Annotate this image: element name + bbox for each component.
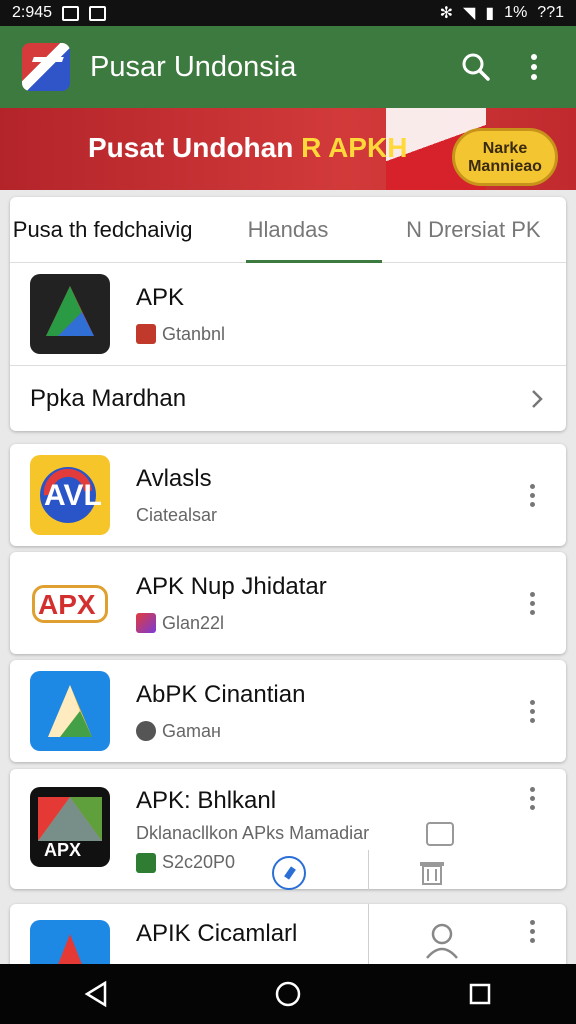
app-card[interactable]: AVL Avlasls Ciatealsar [10, 444, 566, 546]
gallery-icon [62, 5, 80, 21]
publisher-icon [136, 721, 156, 741]
bluetooth-icon: ✻ [439, 5, 454, 22]
recents-icon [469, 983, 491, 1005]
badge-line-1: Narke [482, 140, 528, 157]
featured-app-publisher: Gtanbnl [162, 323, 226, 344]
app-more-button[interactable] [520, 591, 544, 615]
app-bar: Pusar Undonsia [0, 26, 576, 108]
status-time: 2:945 [12, 4, 53, 21]
app-icon-apx: APX [30, 563, 110, 643]
search-icon [462, 53, 490, 81]
app-title: Pusar Undonsia [90, 50, 297, 83]
featured-app-name: APK [136, 283, 185, 311]
app-category: Gamaн [162, 720, 221, 741]
signal-icon: ▮ [485, 5, 495, 22]
section-header-row[interactable]: Ppka Mardhan [10, 365, 566, 431]
overflow-menu-button[interactable] [514, 47, 554, 87]
app-card[interactable]: AbPK Cinantian Gamaн [10, 660, 566, 762]
divider [368, 850, 369, 890]
back-button[interactable] [72, 970, 120, 1018]
divider [368, 904, 369, 964]
battery-text: 1% [504, 4, 528, 21]
app-more-button[interactable] [520, 920, 544, 943]
search-button[interactable] [456, 47, 496, 87]
publisher-icon [136, 852, 156, 873]
app-icon-apx-dark: APX [30, 787, 110, 867]
app-description: Dklanacllkon APks Mamadiar [136, 823, 370, 843]
app-category: Ciatealsar [136, 504, 218, 525]
featured-app-icon [30, 274, 110, 354]
app-more-button[interactable] [520, 483, 544, 507]
app-logo [22, 43, 70, 91]
status-extra: ??1 [537, 4, 564, 21]
recents-button[interactable] [456, 970, 504, 1018]
tab-bar: Pusa th fedchaivig Hlandas N Drersiat PK [10, 197, 566, 263]
app-icon-label-avl: AVL [44, 479, 102, 512]
badge-line-2: Mannieao [468, 158, 542, 175]
tab-trending[interactable]: N Drersiat PK [381, 197, 566, 262]
more-vert-icon [531, 54, 537, 80]
tab-featured[interactable]: Pusa th fedchaivig [10, 197, 195, 262]
window-icon[interactable] [426, 822, 454, 846]
trash-icon[interactable] [416, 856, 448, 886]
section-title: Ppka Mardhan [30, 384, 187, 412]
banner-badge: Narke Mannieao [452, 128, 558, 186]
system-nav-bar [0, 964, 576, 1024]
home-icon [275, 981, 301, 1007]
compass-icon[interactable] [272, 856, 306, 890]
banner-title-accent: R APKH [301, 132, 408, 163]
app-category: Glan22l [162, 612, 225, 633]
featured-app-row[interactable]: APK Gtanbnl [10, 263, 566, 365]
status-bar: 2:945 ✻ ◥ ▮ 1% ??1 [0, 0, 576, 26]
chevron-right-icon [532, 389, 543, 408]
app-more-button[interactable] [520, 787, 544, 810]
image-icon [89, 5, 107, 21]
app-icon-abpk [30, 671, 110, 751]
tab-categories[interactable]: Hlandas [195, 197, 380, 262]
banner-title-main: Pusat Undohan [88, 132, 302, 163]
person-icon[interactable] [422, 920, 462, 960]
app-icon-label-apx: APX [38, 589, 96, 620]
publisher-icon [136, 613, 156, 633]
app-icon-label-apx-small: APX [44, 840, 82, 860]
app-name: AbPK Cinantian [136, 680, 306, 708]
promo-banner[interactable]: Pusat Undohan R APKH Narke Mannieao [0, 108, 576, 190]
featured-card: Pusa th fedchaivig Hlandas N Drersiat PK… [10, 197, 566, 431]
app-name: Avlasls [136, 464, 212, 492]
home-button[interactable] [264, 970, 312, 1018]
app-name: APK Nup Jhidatar [136, 572, 327, 600]
app-more-button[interactable] [520, 699, 544, 723]
app-name: APK: Bhlkanl [136, 787, 277, 814]
wifi-icon: ◥ [463, 5, 476, 22]
app-card[interactable]: APX APK Nup Jhidatar Glan22l [10, 552, 566, 654]
app-category: S2c20P0 [162, 852, 236, 872]
banner-title: Pusat Undohan R APKH [88, 132, 407, 164]
app-name: APIK Cicamlarl [136, 920, 298, 947]
publisher-icon [136, 324, 156, 344]
back-icon [84, 980, 107, 1008]
app-icon-avlasls: AVL [30, 455, 110, 535]
